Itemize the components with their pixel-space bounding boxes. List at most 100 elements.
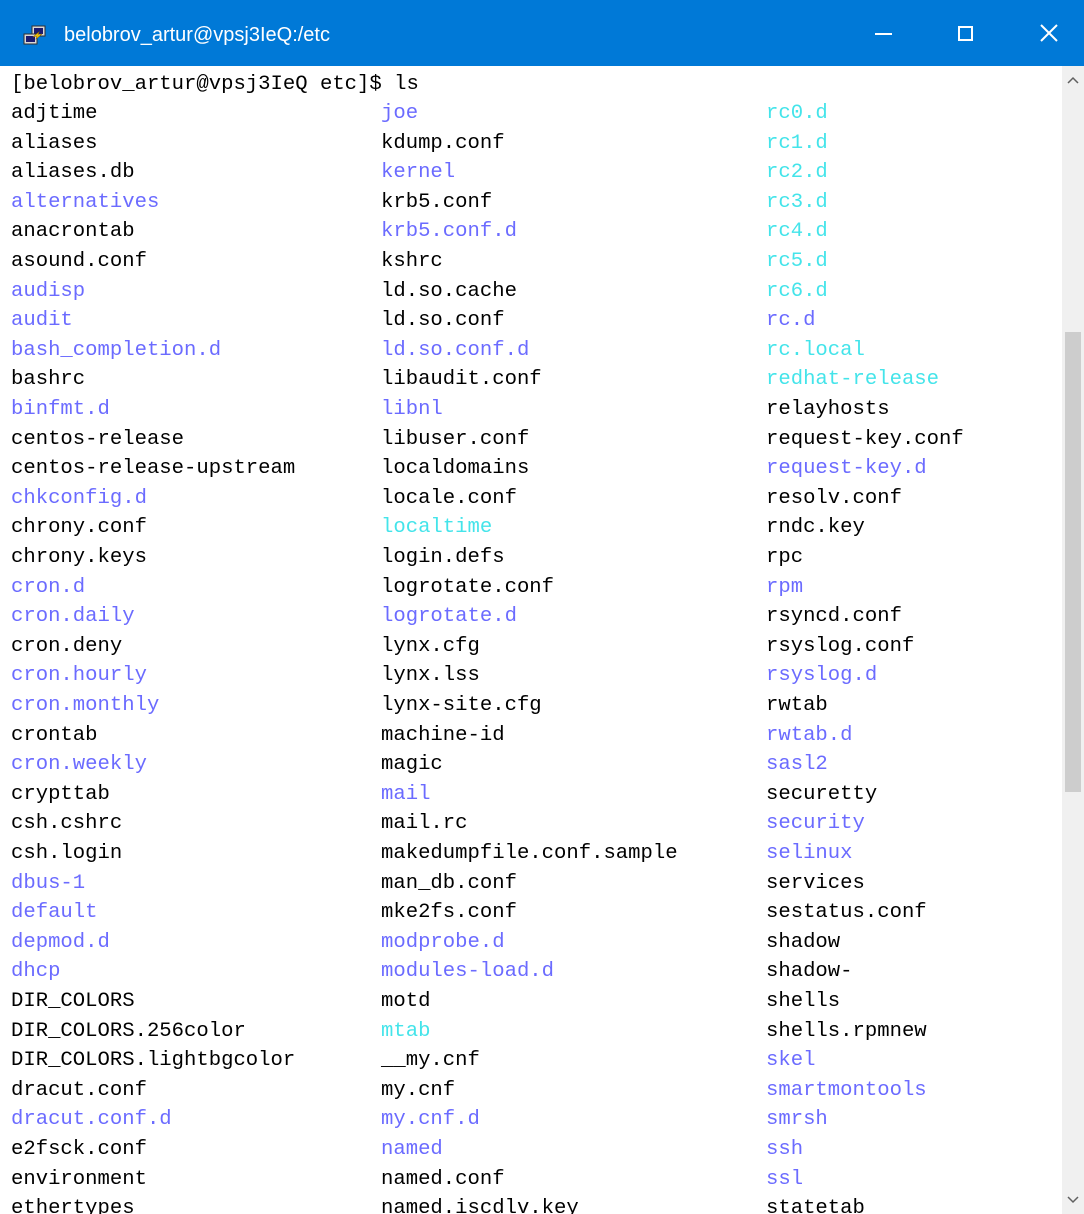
ls-entry: __my.cnf [381, 1049, 480, 1073]
ls-entry: localdomains [381, 457, 530, 481]
ls-entry: dbus-1 [11, 871, 86, 895]
ls-entry: rsyncd.conf [766, 605, 902, 629]
ls-entry: smartmontools [766, 1078, 927, 1102]
title-bar[interactable]: belobrov_artur@vpsj3IeQ:/etc [0, 0, 1084, 66]
ls-entry: cron.hourly [11, 664, 147, 688]
ls-entry: rpm [766, 575, 804, 599]
ls-entry: cron.d [11, 575, 86, 599]
close-icon [1040, 24, 1058, 42]
ls-entry: crontab [11, 723, 98, 747]
ls-entry: krb5.conf.d [381, 220, 517, 244]
ls-entry: cron.monthly [11, 694, 160, 717]
ls-entry: logrotate.d [381, 605, 517, 629]
ls-entry: depmod.d [11, 930, 110, 954]
ls-entry: mtab [381, 1019, 431, 1043]
ls-entry: adjtime [11, 102, 98, 125]
ls-entry: kdump.conf [381, 131, 505, 155]
ls-entry: magic [381, 753, 443, 777]
ls-entry: rwtab [766, 694, 828, 717]
ls-entry: relayhosts [766, 398, 890, 421]
ls-entry: request-key.conf [766, 427, 964, 451]
ls-entry: chrony.conf [11, 516, 147, 540]
ls-entry: lynx-site.cfg [381, 694, 542, 717]
ls-entry: named [381, 1138, 443, 1161]
ls-entry: man_db.conf [381, 871, 517, 895]
maximize-icon [957, 25, 973, 41]
scroll-thumb[interactable] [1065, 332, 1081, 792]
ls-entry: environment [11, 1167, 147, 1191]
ls-entry: shells [766, 990, 841, 1013]
window-title: belobrov_artur@vpsj3IeQ:/etc [64, 24, 330, 46]
ls-entry: modules-load.d [381, 960, 555, 984]
ls-entry: anacrontab [11, 220, 135, 244]
scroll-up-button[interactable] [1062, 66, 1084, 94]
ls-entry: motd [381, 990, 431, 1013]
ls-entry: rc6.d [766, 279, 828, 303]
ls-entry: mail.rc [381, 812, 468, 836]
ls-entry: centos-release [11, 427, 185, 451]
ls-entry: modprobe.d [381, 930, 505, 954]
ls-entry: libuser.conf [381, 427, 530, 451]
ls-entry: aliases.db [11, 161, 135, 185]
ls-entry: shadow- [766, 960, 853, 984]
command-prompt: [belobrov_artur@vpsj3IeQ etc]$ ls [11, 73, 419, 96]
ls-entry: my.cnf [381, 1078, 456, 1102]
ls-entry: dracut.conf.d [11, 1108, 172, 1132]
ls-entry: rc5.d [766, 250, 828, 273]
ls-entry: makedumpfile.conf.sample [381, 842, 678, 865]
ls-entry: security [766, 812, 865, 836]
ls-entry: mail [381, 782, 431, 806]
ls-entry: sasl2 [766, 753, 828, 777]
ls-entry: ssh [766, 1138, 804, 1161]
ls-entry: resolv.conf [766, 486, 902, 510]
ls-entry: ethertypes [11, 1197, 135, 1214]
terminal-window: belobrov_artur@vpsj3IeQ:/etc [belobrov_a… [0, 0, 1084, 1214]
ls-entry: rc0.d [766, 102, 828, 125]
ls-entry: lynx.lss [381, 664, 480, 688]
ls-entry: libnl [381, 398, 443, 421]
ls-entry: localtime [381, 516, 493, 540]
vertical-scrollbar[interactable] [1062, 66, 1084, 1214]
ls-entry: DIR_COLORS.256color [11, 1019, 246, 1043]
ls-entry: rc2.d [766, 161, 828, 185]
ls-entry: audit [11, 309, 73, 333]
ls-entry: ld.so.conf [381, 309, 505, 333]
ls-entry: smrsh [766, 1108, 828, 1132]
ls-entry: binfmt.d [11, 398, 110, 421]
ls-entry: alternatives [11, 190, 160, 214]
scroll-down-button[interactable] [1062, 1186, 1084, 1214]
ls-entry: named.iscdlv.key [381, 1197, 579, 1214]
maximize-button[interactable] [934, 0, 996, 66]
ls-entry: default [11, 901, 98, 925]
ls-entry: rsyslog.conf [766, 634, 915, 658]
ls-entry: audisp [11, 279, 86, 303]
chevron-down-icon [1067, 1191, 1079, 1209]
ls-entry: request-key.d [766, 457, 927, 481]
ls-entry: my.cnf.d [381, 1108, 480, 1132]
ls-entry: rc4.d [766, 220, 828, 244]
ls-entry: locale.conf [381, 486, 517, 510]
ls-entry: asound.conf [11, 250, 147, 273]
ls-entry: centos-release-upstream [11, 457, 296, 481]
ls-entry: statetab [766, 1197, 865, 1214]
ls-entry: aliases [11, 131, 98, 155]
ls-entry: redhat-release [766, 368, 940, 392]
ls-entry: e2fsck.conf [11, 1138, 147, 1161]
ls-entry: joe [381, 102, 419, 125]
ls-entry: krb5.conf [381, 190, 493, 214]
ls-entry: machine-id [381, 723, 505, 747]
ls-entry: mke2fs.conf [381, 901, 517, 925]
ls-entry: rc.local [766, 338, 865, 362]
putty-icon[interactable] [23, 25, 47, 47]
ls-entry: chrony.keys [11, 546, 147, 569]
ls-entry: logrotate.conf [381, 575, 555, 599]
ls-entry: selinux [766, 842, 853, 865]
terminal-output[interactable]: [belobrov_artur@vpsj3IeQ etc]$ ls adjtim… [0, 66, 1062, 1214]
close-button[interactable] [1018, 0, 1080, 66]
ls-entry: ssl [766, 1167, 804, 1191]
minimize-button[interactable] [852, 0, 914, 66]
ls-entry: cron.daily [11, 605, 135, 629]
ls-entry: shadow [766, 930, 841, 954]
ls-entry: securetty [766, 782, 878, 806]
ls-entry: DIR_COLORS [11, 990, 135, 1013]
